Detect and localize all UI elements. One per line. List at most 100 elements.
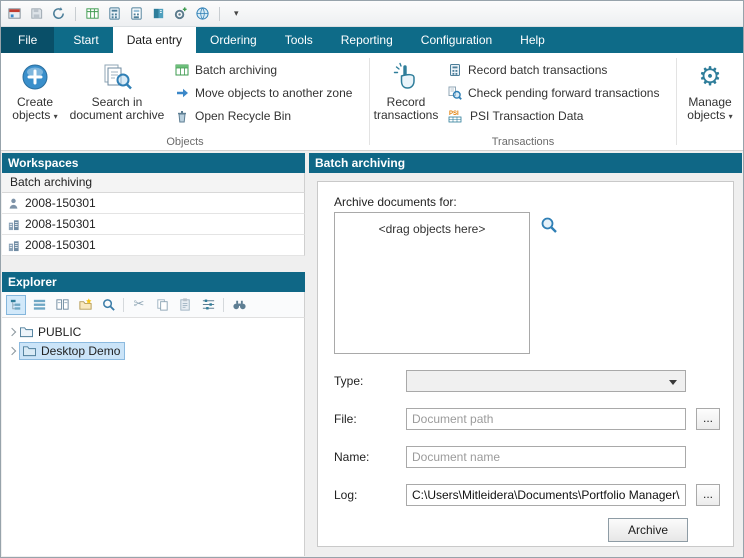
refresh-icon[interactable] [51, 6, 66, 21]
check-pending-forward-button[interactable]: Check pending forward transactions [448, 85, 659, 101]
dropdown-arrow-icon: ▾ [729, 112, 733, 121]
combo-dropdown-arrow-icon [669, 380, 677, 385]
tab-tools[interactable]: Tools [271, 27, 327, 53]
psi-icon: PSI [448, 109, 464, 123]
transactions-group-label: Transactions [370, 136, 676, 148]
create-objects-button[interactable]: Create objects ▾ [3, 56, 67, 135]
tab-help[interactable]: Help [506, 27, 559, 53]
recycle-bin-icon [175, 109, 189, 123]
archive-button[interactable]: Archive [608, 518, 688, 542]
table-icon[interactable] [85, 6, 100, 21]
app-icon[interactable] [7, 6, 22, 21]
globe-icon[interactable] [195, 6, 210, 21]
tab-ordering[interactable]: Ordering [196, 27, 271, 53]
dropdown-arrow-icon: ▾ [54, 112, 58, 121]
tree-node-public[interactable]: PUBLIC [2, 322, 304, 341]
log-path-input[interactable] [406, 484, 686, 506]
paste-icon[interactable] [175, 295, 195, 315]
move-objects-label: Move objects to another zone [195, 86, 352, 100]
file-browse-button[interactable]: ... [696, 408, 720, 430]
open-recycle-bin-button[interactable]: Open Recycle Bin [175, 108, 352, 124]
search-objects-icon[interactable] [540, 216, 558, 234]
record-batch-transactions-label: Record batch transactions [468, 63, 607, 77]
explorer-panel-header: Explorer [2, 272, 305, 292]
batch-archiving-button[interactable]: Batch archiving [175, 62, 352, 78]
svg-text:PSI: PSI [449, 111, 459, 117]
new-folder-icon[interactable] [75, 295, 95, 315]
tree-node-label: PUBLIC [38, 325, 81, 339]
copy-icon[interactable] [152, 295, 172, 315]
keypad-icon[interactable] [129, 6, 144, 21]
transactions-small-buttons: Record batch transactions Check pending … [440, 56, 659, 135]
ledger-icon[interactable] [151, 6, 166, 21]
log-browse-button[interactable]: ... [696, 484, 720, 506]
save-icon[interactable] [29, 6, 44, 21]
tab-start[interactable]: Start [59, 27, 112, 53]
workspace-row-label: 2008-150301 [25, 217, 96, 231]
check-pending-forward-label: Check pending forward transactions [468, 86, 659, 100]
tab-reporting[interactable]: Reporting [327, 27, 407, 53]
left-sidebar: Workspaces Batch archiving 2008-150301 2… [2, 153, 305, 556]
workspace-row-label: 2008-150301 [25, 196, 96, 210]
record-transactions-label: Record transactions [374, 95, 439, 122]
workspaces-panel-header: Workspaces [2, 153, 305, 173]
cut-icon[interactable]: ✂ [129, 295, 149, 315]
create-objects-icon [20, 60, 50, 94]
drag-objects-drop-area[interactable]: <drag objects here> [334, 212, 530, 354]
workspace-row-label: 2008-150301 [25, 238, 96, 252]
tree-view-icon[interactable] [6, 295, 26, 315]
move-objects-button[interactable]: Move objects to another zone [175, 85, 352, 101]
tree-node-desktop-demo[interactable]: Desktop Demo [2, 341, 304, 360]
expander-icon[interactable] [8, 327, 16, 335]
create-objects-label: Create objects [12, 95, 53, 122]
record-transactions-button[interactable]: Record transactions [372, 56, 440, 135]
psi-transaction-data-button[interactable]: PSI PSI Transaction Data [448, 108, 659, 124]
gear-plus-icon[interactable] [173, 6, 188, 21]
open-recycle-bin-label: Open Recycle Bin [195, 109, 291, 123]
binoculars-icon[interactable] [229, 295, 249, 315]
search-archive-label: Search in document archive [70, 95, 165, 122]
filter-settings-icon[interactable] [198, 295, 218, 315]
type-label: Type: [334, 374, 363, 388]
expander-icon[interactable] [8, 346, 16, 354]
search-icon[interactable] [98, 295, 118, 315]
workspace-row[interactable]: 2008-150301 [2, 214, 305, 235]
document-name-input[interactable] [406, 446, 686, 468]
tree-node-label: Desktop Demo [41, 344, 120, 358]
ribbon-group-manage: ⚙ Manage objects ▾ [677, 53, 743, 150]
search-document-archive-button[interactable]: Search in document archive [67, 56, 167, 135]
list-view-icon[interactable] [29, 295, 49, 315]
psi-transaction-data-label: PSI Transaction Data [470, 109, 583, 123]
objects-small-buttons: Batch archiving Move objects to another … [167, 56, 352, 135]
folder-icon [19, 325, 34, 338]
qat-customize-dropdown[interactable]: ▾ [229, 6, 244, 21]
quick-access-toolbar: ▾ [1, 1, 743, 27]
ribbon-group-transactions: Record transactions Record batch transac… [370, 53, 676, 150]
batch-archiving-form: Archive documents for: <drag objects her… [317, 181, 734, 547]
tab-configuration[interactable]: Configuration [407, 27, 506, 53]
toolbar-separator [75, 7, 76, 21]
record-batch-icon[interactable] [107, 6, 122, 21]
selected-node-highlight[interactable]: Desktop Demo [19, 342, 125, 360]
tab-file[interactable]: File [1, 27, 54, 53]
search-archive-icon [101, 60, 133, 94]
columns-view-icon[interactable] [52, 295, 72, 315]
file-path-input[interactable] [406, 408, 686, 430]
application-window: ▾ File Start Data entry Ordering Tools R… [0, 0, 744, 558]
file-label: File: [334, 412, 357, 426]
manage-objects-button[interactable]: ⚙ Manage objects ▾ [679, 56, 741, 135]
name-label: Name: [334, 450, 369, 464]
panel-gap [2, 256, 305, 272]
workspaces-list-header[interactable]: Batch archiving [2, 173, 305, 193]
objects-group-label: Objects [1, 136, 369, 148]
workspace-row[interactable]: 2008-150301 [2, 193, 305, 214]
move-arrow-icon [175, 86, 189, 100]
toolbar-separator [219, 7, 220, 21]
hand-pointer-icon [391, 60, 421, 94]
workspace-row[interactable]: 2008-150301 [2, 235, 305, 256]
record-batch-transactions-button[interactable]: Record batch transactions [448, 62, 659, 78]
ribbon-tab-bar: File Start Data entry Ordering Tools Rep… [1, 27, 743, 53]
explorer-toolbar: ✂ [2, 292, 305, 318]
type-select[interactable] [406, 370, 686, 392]
tab-data-entry[interactable]: Data entry [113, 27, 196, 53]
